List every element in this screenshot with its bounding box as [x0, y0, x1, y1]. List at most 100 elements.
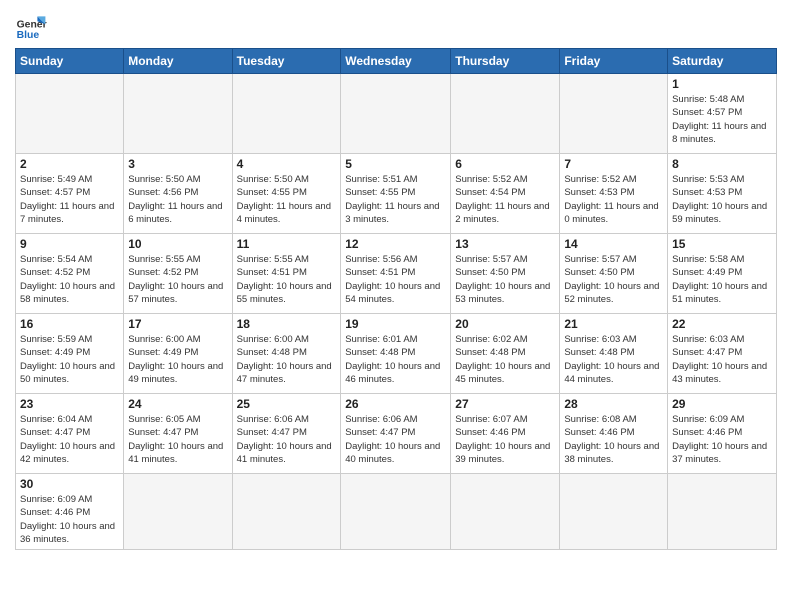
- day-header-friday: Friday: [560, 49, 668, 74]
- calendar-cell: [232, 74, 341, 154]
- calendar: SundayMondayTuesdayWednesdayThursdayFrid…: [15, 48, 777, 550]
- calendar-cell: 25 Sunrise: 6:06 AM Sunset: 4:47 PM Dayli…: [232, 394, 341, 474]
- day-info: Sunrise: 6:01 AM Sunset: 4:48 PM Dayligh…: [345, 333, 446, 386]
- calendar-cell: 20 Sunrise: 6:02 AM Sunset: 4:48 PM Dayli…: [451, 314, 560, 394]
- day-number: 13: [455, 237, 555, 251]
- calendar-cell: 11 Sunrise: 5:55 AM Sunset: 4:51 PM Dayli…: [232, 234, 341, 314]
- day-info: Sunrise: 5:51 AM Sunset: 4:55 PM Dayligh…: [345, 173, 446, 226]
- day-number: 11: [237, 237, 337, 251]
- day-number: 20: [455, 317, 555, 331]
- week-row-1: 1Sunrise: 5:48 AM Sunset: 4:57 PM Daylig…: [16, 74, 777, 154]
- day-number: 17: [128, 317, 227, 331]
- calendar-cell: [560, 74, 668, 154]
- day-info: Sunrise: 5:54 AM Sunset: 4:52 PM Dayligh…: [20, 253, 119, 306]
- calendar-cell: 2Sunrise: 5:49 AM Sunset: 4:57 PM Daylig…: [16, 154, 124, 234]
- calendar-cell: 4Sunrise: 5:50 AM Sunset: 4:55 PM Daylig…: [232, 154, 341, 234]
- day-info: Sunrise: 5:57 AM Sunset: 4:50 PM Dayligh…: [564, 253, 663, 306]
- calendar-cell: 24Sunrise: 6:05 AM Sunset: 4:47 PM Dayli…: [124, 394, 232, 474]
- calendar-cell: 8 Sunrise: 5:53 AM Sunset: 4:53 PM Daylig…: [668, 154, 777, 234]
- day-info: Sunrise: 6:08 AM Sunset: 4:46 PM Dayligh…: [564, 413, 663, 466]
- day-number: 2: [20, 157, 119, 171]
- calendar-cell: 3 Sunrise: 5:50 AM Sunset: 4:56 PM Daylig…: [124, 154, 232, 234]
- day-number: 28: [564, 397, 663, 411]
- day-number: 27: [455, 397, 555, 411]
- day-number: 21: [564, 317, 663, 331]
- day-number: 26: [345, 397, 446, 411]
- calendar-cell: 1Sunrise: 5:48 AM Sunset: 4:57 PM Daylig…: [668, 74, 777, 154]
- header: General Blue: [15, 10, 777, 42]
- day-info: Sunrise: 5:56 AM Sunset: 4:51 PM Dayligh…: [345, 253, 446, 306]
- calendar-cell: 7 Sunrise: 5:52 AM Sunset: 4:53 PM Daylig…: [560, 154, 668, 234]
- calendar-cell: [124, 74, 232, 154]
- day-header-wednesday: Wednesday: [341, 49, 451, 74]
- day-number: 22: [672, 317, 772, 331]
- calendar-cell: 29 Sunrise: 6:09 AM Sunset: 4:46 PM Dayli…: [668, 394, 777, 474]
- day-info: Sunrise: 5:53 AM Sunset: 4:53 PM Dayligh…: [672, 173, 772, 226]
- week-row-5: 23 Sunrise: 6:04 AM Sunset: 4:47 PM Dayli…: [16, 394, 777, 474]
- day-number: 30: [20, 477, 119, 491]
- day-number: 15: [672, 237, 772, 251]
- day-info: Sunrise: 6:00 AM Sunset: 4:49 PM Dayligh…: [128, 333, 227, 386]
- calendar-cell: [232, 474, 341, 550]
- day-number: 6: [455, 157, 555, 171]
- day-number: 4: [237, 157, 337, 171]
- day-number: 19: [345, 317, 446, 331]
- calendar-cell: 14 Sunrise: 5:57 AM Sunset: 4:50 PM Dayli…: [560, 234, 668, 314]
- day-number: 16: [20, 317, 119, 331]
- calendar-cell: 12Sunrise: 5:56 AM Sunset: 4:51 PM Dayli…: [341, 234, 451, 314]
- day-info: Sunrise: 6:06 AM Sunset: 4:47 PM Dayligh…: [345, 413, 446, 466]
- day-number: 23: [20, 397, 119, 411]
- day-info: Sunrise: 6:03 AM Sunset: 4:47 PM Dayligh…: [672, 333, 772, 386]
- logo: General Blue: [15, 10, 51, 42]
- day-header-monday: Monday: [124, 49, 232, 74]
- calendar-cell: [451, 474, 560, 550]
- day-number: 3: [128, 157, 227, 171]
- calendar-cell: 6Sunrise: 5:52 AM Sunset: 4:54 PM Daylig…: [451, 154, 560, 234]
- day-number: 29: [672, 397, 772, 411]
- calendar-cell: [16, 74, 124, 154]
- day-info: Sunrise: 6:03 AM Sunset: 4:48 PM Dayligh…: [564, 333, 663, 386]
- day-info: Sunrise: 5:58 AM Sunset: 4:49 PM Dayligh…: [672, 253, 772, 306]
- day-info: Sunrise: 5:50 AM Sunset: 4:56 PM Dayligh…: [128, 173, 227, 226]
- calendar-cell: 17 Sunrise: 6:00 AM Sunset: 4:49 PM Dayli…: [124, 314, 232, 394]
- day-info: Sunrise: 6:06 AM Sunset: 4:47 PM Dayligh…: [237, 413, 337, 466]
- day-info: Sunrise: 5:59 AM Sunset: 4:49 PM Dayligh…: [20, 333, 119, 386]
- calendar-cell: [341, 74, 451, 154]
- calendar-header: SundayMondayTuesdayWednesdayThursdayFrid…: [16, 49, 777, 74]
- day-header-thursday: Thursday: [451, 49, 560, 74]
- day-info: Sunrise: 6:02 AM Sunset: 4:48 PM Dayligh…: [455, 333, 555, 386]
- calendar-cell: 18Sunrise: 6:00 AM Sunset: 4:48 PM Dayli…: [232, 314, 341, 394]
- day-number: 25: [237, 397, 337, 411]
- calendar-cell: 19 Sunrise: 6:01 AM Sunset: 4:48 PM Dayli…: [341, 314, 451, 394]
- calendar-cell: [560, 474, 668, 550]
- day-number: 7: [564, 157, 663, 171]
- day-info: Sunrise: 6:05 AM Sunset: 4:47 PM Dayligh…: [128, 413, 227, 466]
- day-number: 5: [345, 157, 446, 171]
- calendar-cell: 28 Sunrise: 6:08 AM Sunset: 4:46 PM Dayli…: [560, 394, 668, 474]
- calendar-cell: 30 Sunrise: 6:09 AM Sunset: 4:46 PM Dayli…: [16, 474, 124, 550]
- day-info: Sunrise: 5:55 AM Sunset: 4:52 PM Dayligh…: [128, 253, 227, 306]
- calendar-cell: [341, 474, 451, 550]
- day-number: 10: [128, 237, 227, 251]
- logo-icon: General Blue: [15, 10, 47, 42]
- week-row-4: 16 Sunrise: 5:59 AM Sunset: 4:49 PM Dayli…: [16, 314, 777, 394]
- day-number: 14: [564, 237, 663, 251]
- day-number: 8: [672, 157, 772, 171]
- day-info: Sunrise: 5:57 AM Sunset: 4:50 PM Dayligh…: [455, 253, 555, 306]
- day-info: Sunrise: 6:00 AM Sunset: 4:48 PM Dayligh…: [237, 333, 337, 386]
- calendar-cell: 13 Sunrise: 5:57 AM Sunset: 4:50 PM Dayli…: [451, 234, 560, 314]
- day-number: 9: [20, 237, 119, 251]
- calendar-cell: 23 Sunrise: 6:04 AM Sunset: 4:47 PM Dayli…: [16, 394, 124, 474]
- calendar-cell: 5 Sunrise: 5:51 AM Sunset: 4:55 PM Daylig…: [341, 154, 451, 234]
- day-info: Sunrise: 6:09 AM Sunset: 4:46 PM Dayligh…: [20, 493, 119, 546]
- day-info: Sunrise: 6:04 AM Sunset: 4:47 PM Dayligh…: [20, 413, 119, 466]
- calendar-cell: [124, 474, 232, 550]
- calendar-cell: 22 Sunrise: 6:03 AM Sunset: 4:47 PM Dayli…: [668, 314, 777, 394]
- calendar-cell: 26 Sunrise: 6:06 AM Sunset: 4:47 PM Dayli…: [341, 394, 451, 474]
- calendar-cell: 27Sunrise: 6:07 AM Sunset: 4:46 PM Dayli…: [451, 394, 560, 474]
- week-row-3: 9 Sunrise: 5:54 AM Sunset: 4:52 PM Daylig…: [16, 234, 777, 314]
- day-info: Sunrise: 5:52 AM Sunset: 4:53 PM Dayligh…: [564, 173, 663, 226]
- day-info: Sunrise: 5:55 AM Sunset: 4:51 PM Dayligh…: [237, 253, 337, 306]
- day-info: Sunrise: 6:09 AM Sunset: 4:46 PM Dayligh…: [672, 413, 772, 466]
- day-header-tuesday: Tuesday: [232, 49, 341, 74]
